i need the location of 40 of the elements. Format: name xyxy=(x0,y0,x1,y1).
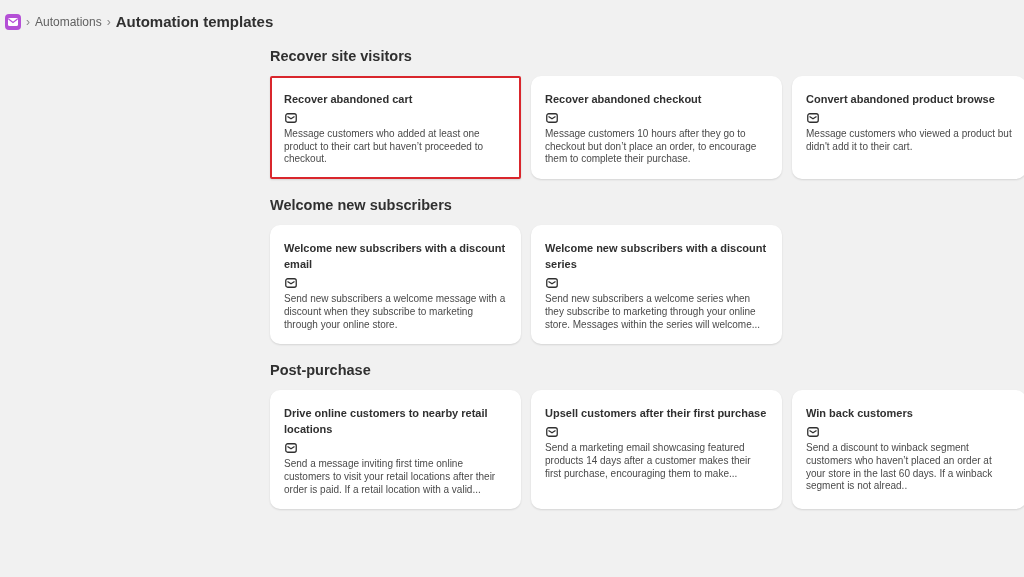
email-icon xyxy=(285,278,297,289)
template-card[interactable]: Welcome new subscribers with a discount series Send new subscribers a welcome series when they subscribe to marketing through your online store. Messages within the series will welcome... xyxy=(531,225,782,345)
app-logo-icon[interactable] xyxy=(5,13,21,30)
card-description: Message customers 10 hours after they go to checkout but don’t place an order, to encourage them to complete their purchase. xyxy=(545,128,758,167)
breadcrumb-separator: › xyxy=(26,14,30,29)
page-title: Automation templates xyxy=(115,13,274,30)
template-card[interactable]: Recover abandoned cart Message customers who added at least one product to their cart but haven’t proceeded to checkout. xyxy=(270,76,521,180)
card-description: Send new subscribers a welcome message with a discount when they subscribe to marketing through your online store. xyxy=(284,293,507,332)
card-description: Send a marketing email showcasing featured products 14 days after a customer makes their first purchase, encouraging them to make... xyxy=(545,442,752,481)
card-title: Drive online customers to nearby retail locations xyxy=(284,406,489,438)
card-description: Message customers who added at least one product to their cart but haven’t proceeded to checkout. xyxy=(284,128,484,167)
card-description: Send a message inviting first time online customers to visit your retail locations after their order is paid. If a retail location with a valid... xyxy=(284,458,497,497)
card-title: Upsell customers after their first purchase xyxy=(545,406,768,422)
email-icon xyxy=(546,278,558,289)
template-card[interactable]: Upsell customers after their first purchase Send a marketing email showcasing featured products 14 days after a customer makes their first purchase, encouraging them to make... xyxy=(531,390,782,510)
card-title: Convert abandoned product browse xyxy=(806,92,996,107)
template-card[interactable]: Recover abandoned checkout Message customers 10 hours after they go to checkout but don’t place an order, to encourage them to complete their purchase. xyxy=(531,76,782,180)
section-heading: Welcome new subscribers xyxy=(270,197,453,214)
email-icon xyxy=(807,113,819,123)
card-description: Send new subscribers a welcome series when they subscribe to marketing through your online store. Messages within the series will welcome... xyxy=(545,293,762,332)
email-icon xyxy=(807,427,819,438)
card-description: Message customers who viewed a product but didn't add it to their cart. xyxy=(806,128,1012,154)
email-icon xyxy=(285,113,297,123)
card-description: Send a discount to winback segment customers who haven’t placed an order at your store in the last 60 days. If a winback segment is not alread.. xyxy=(806,442,994,494)
email-icon xyxy=(546,113,558,123)
section-heading: Post-purchase xyxy=(270,362,372,379)
email-icon xyxy=(285,443,297,454)
section-heading: Recover site visitors xyxy=(270,48,413,64)
email-icon xyxy=(546,427,558,438)
card-title: Recover abandoned checkout xyxy=(545,92,703,107)
breadcrumb-link[interactable]: Automations xyxy=(35,14,102,29)
template-card[interactable]: Convert abandoned product browse Message customers who viewed a product but didn't add it to their cart. xyxy=(792,76,1024,180)
template-card[interactable]: Win back customers Send a discount to winback segment customers who haven’t placed an order at your store in the last 60 days. If a winback segment is not alread.. xyxy=(792,390,1024,510)
card-title: Welcome new subscribers with a discount series xyxy=(545,241,768,273)
template-card[interactable]: Welcome new subscribers with a discount email Send new subscribers a welcome message with a discount when they subscribe to marketing through your online store. xyxy=(270,225,521,345)
card-title: Welcome new subscribers with a discount email xyxy=(284,241,507,273)
template-card[interactable]: Drive online customers to nearby retail locations Send a message inviting first time online customers to visit your retail locations after their order is paid. If a retail location with a valid... xyxy=(270,390,521,510)
card-title: Recover abandoned cart xyxy=(284,92,414,107)
breadcrumb-separator: › xyxy=(106,14,111,29)
card-title: Win back customers xyxy=(806,406,914,422)
